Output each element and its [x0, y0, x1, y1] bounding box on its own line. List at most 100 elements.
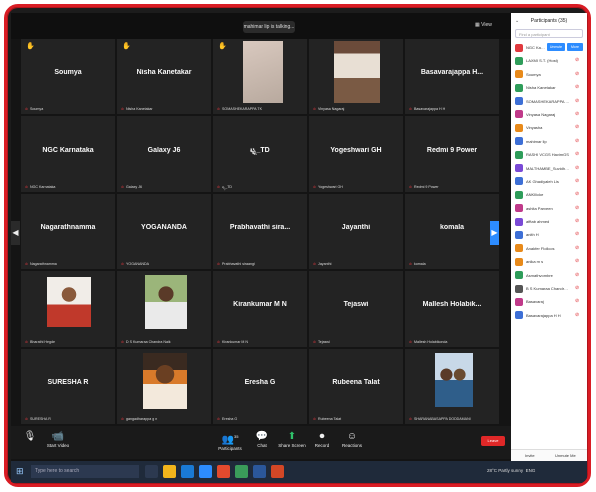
- video-tile[interactable]: ✋ Soumya ⊘ Soumya: [21, 39, 115, 115]
- view-label: View: [481, 22, 492, 28]
- video-tile[interactable]: ⊘ D S Kumaraa Chandra Naik: [117, 271, 211, 347]
- video-tile[interactable]: Nagarathnamma ⊘ Nagarathnamma: [21, 193, 115, 270]
- video-tile[interactable]: Tejaswi ⊘ Tejaswi: [309, 271, 403, 347]
- invite-button[interactable]: Invite: [525, 453, 535, 458]
- participant-row[interactable]: Asmathvombre ⊘: [511, 269, 587, 282]
- video-tile[interactable]: YOGANANDA ⊘ YOGANANDA: [117, 193, 211, 270]
- view-button[interactable]: ▦ View: [475, 22, 492, 28]
- participant-name-label: ⊘ YOGANANDA: [121, 262, 149, 266]
- video-tile[interactable]: Jayanthi ⊘ Jayanthi: [309, 193, 403, 270]
- participant-name-text: SHARANABASAPPA DODDAMANI: [414, 417, 471, 421]
- video-tile[interactable]: Galaxy J6 ⊘ Galaxy J6: [117, 116, 211, 192]
- weather-widget[interactable]: 28°C Partly sunny ENG: [487, 468, 535, 473]
- avatar: [515, 271, 523, 280]
- participant-row-name: afftab ahmed: [526, 219, 550, 225]
- participant-row[interactable]: ANKIlicke ⊘: [511, 188, 587, 201]
- weather-text: 28°C Partly sunny: [487, 468, 524, 473]
- video-tile[interactable]: Kirankumar M N ⊘ Kirankumar M N: [213, 271, 307, 347]
- participant-row[interactable]: MALTHAMBE_Suvidhu/Jk2kMk ⊘: [511, 162, 587, 175]
- muted-microphone-icon: ⊘: [575, 164, 580, 171]
- mute-button[interactable]: 🎙: [15, 430, 45, 443]
- participants-button[interactable]: 👥35 Participants: [215, 430, 245, 451]
- video-tile[interactable]: ✋ ⊘ SOMASHEKARAPPA TK: [213, 39, 307, 115]
- file-explorer-icon[interactable]: [163, 465, 176, 478]
- participant-row-name: SOMASHEKARAPPA TK: [526, 98, 570, 104]
- muted-microphone-icon: ⊘: [575, 204, 580, 211]
- excel-icon[interactable]: [235, 465, 248, 478]
- next-page-arrow[interactable]: ▶: [490, 221, 499, 245]
- more-button[interactable]: More: [567, 43, 583, 51]
- video-tile[interactable]: ⊘ SHARANABASAPPA DODDAMANI: [405, 348, 499, 424]
- raised-hand-icon: ✋: [122, 43, 131, 50]
- participant-row[interactable]: AK Ghadiyaleh Lis ⊘: [511, 175, 587, 188]
- participant-row[interactable]: Nisha Kanetakar ⊘: [511, 81, 587, 94]
- start-video-button[interactable]: 📹 Start Video: [43, 430, 73, 448]
- avatar: [515, 70, 523, 79]
- word-icon[interactable]: [253, 465, 266, 478]
- participant-row[interactable]: Soumya ⊘: [511, 68, 587, 81]
- participant-name-label: ⊘ Yogeshwari GH: [313, 185, 343, 189]
- video-tile[interactable]: Yogeshwari GH ⊘ Yogeshwari GH: [309, 116, 403, 192]
- participant-row[interactable]: NGC Kar... (Host, me)UnmuteMore: [511, 41, 587, 54]
- video-tile[interactable]: Redmi 9 Power ⊘ Redmi 9 Power: [405, 116, 499, 192]
- previous-page-arrow[interactable]: ◀: [11, 221, 20, 245]
- muted-microphone-icon: ⊘: [409, 107, 413, 112]
- participant-name-text: Rubeena Talat: [318, 417, 342, 421]
- participant-row[interactable]: Basavarajappa H H ⊘: [511, 309, 587, 322]
- participant-row[interactable]: mahimar lip ⊘: [511, 135, 587, 148]
- unmute-me-button[interactable]: Unmute Me: [555, 453, 576, 458]
- participant-row[interactable]: LAXMI S.T. (Host) ⊘: [511, 54, 587, 67]
- avatar: [515, 257, 523, 266]
- participant-row[interactable]: anika m s ⊘: [511, 255, 587, 268]
- muted-microphone-icon: ⊘: [575, 70, 580, 77]
- video-tile[interactable]: ⊘ Vinyasa Nagaraj: [309, 39, 403, 115]
- participant-row[interactable]: Vinyasa Nagaraj ⊘: [511, 108, 587, 121]
- video-tile[interactable]: Rubeena Talat ⊘ Rubeena Talat: [309, 348, 403, 424]
- participant-row-name: anika m s: [526, 259, 544, 265]
- powerpoint-icon[interactable]: [271, 465, 284, 478]
- share-screen-button[interactable]: ⬆ Share Screen: [277, 430, 307, 448]
- video-tile[interactable]: NGC Karnataka ⊘ NGC Karnataka: [21, 116, 115, 192]
- participant-row-name: NGC Kar... (Host, me): [526, 45, 546, 50]
- participant-row[interactable]: anith H ⊘: [511, 228, 587, 241]
- participant-row[interactable]: B S Kumaraa Chandra Naik ⊘: [511, 282, 587, 295]
- participant-row[interactable]: Vinyasha ⊘: [511, 121, 587, 134]
- video-tile[interactable]: ⊘ Bharathi Hegde: [21, 271, 115, 347]
- video-tile[interactable]: Prabhavathi sira... ⊘ Prabhavathi siraangi: [213, 193, 307, 270]
- participant-display-name: Nisha Kanetakar: [136, 69, 192, 77]
- video-tile[interactable]: komala ⊘ komala: [405, 193, 499, 270]
- chrome-icon[interactable]: [217, 465, 230, 478]
- participant-name-text: Yogeshwari GH: [318, 184, 343, 189]
- participant-row[interactable]: Anakfer Flollcos ⊘: [511, 242, 587, 255]
- leave-button[interactable]: Leave: [481, 436, 505, 446]
- windows-start-icon[interactable]: ⊞: [16, 467, 24, 476]
- participant-name-label: ⊘ komala: [409, 262, 426, 266]
- participant-row[interactable]: afftab ahmed ⊘: [511, 215, 587, 228]
- taskbar-search-input[interactable]: Type here to search: [31, 465, 139, 478]
- reactions-button[interactable]: ☺ Reactions: [337, 430, 367, 448]
- zoom-app-icon[interactable]: [199, 465, 212, 478]
- video-tile[interactable]: Basavarajappa H... ⊘ Basavarajappa H H: [405, 39, 499, 115]
- record-button[interactable]: ⏺ Record: [307, 430, 337, 448]
- video-tile[interactable]: Eresha G ⊘ Eresha G: [213, 348, 307, 424]
- participant-name-text: Prabhavathi siraangi: [222, 262, 255, 267]
- participant-row[interactable]: Basavaraj ⊘: [511, 295, 587, 308]
- participant-row-name: anith H: [526, 232, 539, 238]
- participant-search-input[interactable]: Find a participant: [515, 29, 583, 38]
- video-tile[interactable]: ಟ್ಟ್ಟ_TD ⊘ ಟ್ಟ್ಟ_TD: [213, 116, 307, 192]
- video-tile[interactable]: ⊘ gangadharappa g n: [117, 348, 211, 424]
- video-tile[interactable]: SURESHA R ⊘ SURESHA R: [21, 348, 115, 424]
- chat-button[interactable]: 💬 Chat: [247, 430, 277, 448]
- participant-row[interactable]: RASHI VCGS HavimGS ⊘: [511, 148, 587, 161]
- participant-name-label: ⊘ Soumya: [25, 107, 43, 111]
- task-view-icon[interactable]: [145, 465, 158, 478]
- video-tile[interactable]: ✋ Nisha Kanetakar ⊘ Nisha Kanetakar: [117, 39, 211, 115]
- participant-row[interactable]: SOMASHEKARAPPA TK ⊘: [511, 95, 587, 108]
- participant-row[interactable]: ashita Parveen ⊘: [511, 202, 587, 215]
- video-tile[interactable]: Mallesh Holabik... ⊘ Mallesh Holabikonda: [405, 271, 499, 347]
- participant-name-text: D S Kumaraa Chandra Naik: [126, 339, 171, 344]
- edge-browser-icon[interactable]: [181, 465, 194, 478]
- unmute-button[interactable]: Unmute: [547, 43, 565, 51]
- participant-name-text: SURESHA R: [30, 417, 51, 421]
- participant-video-frame: [47, 277, 91, 328]
